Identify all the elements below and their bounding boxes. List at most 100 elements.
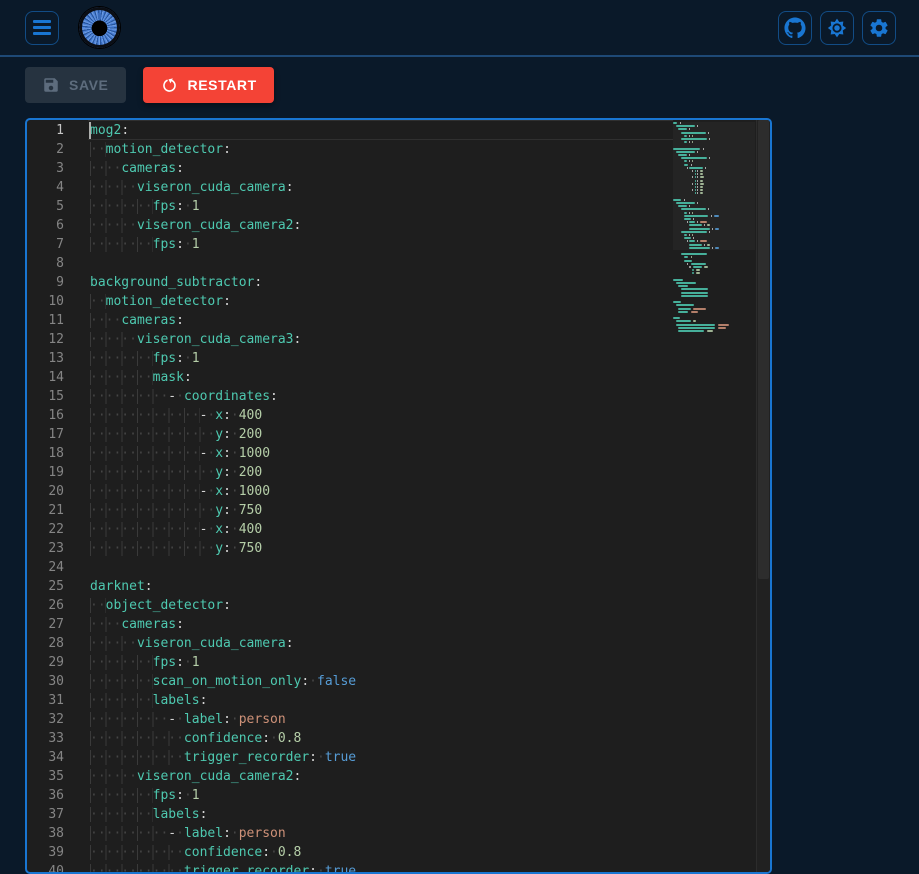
code-line[interactable]: ················y:·750 bbox=[90, 501, 673, 520]
token-ws: ············ bbox=[90, 845, 184, 860]
minimap-mark bbox=[676, 320, 691, 322]
menu-button[interactable] bbox=[25, 11, 59, 45]
code-line[interactable]: ··············-·x:·400 bbox=[90, 406, 673, 425]
settings-button[interactable] bbox=[862, 11, 896, 45]
code-line[interactable]: ················y:·200 bbox=[90, 425, 673, 444]
minimap-mark bbox=[684, 164, 688, 166]
minimap-mark bbox=[684, 199, 685, 201]
code-line[interactable]: ··object_detector: bbox=[90, 596, 673, 615]
code-line[interactable]: ··············-·x:·1000 bbox=[90, 444, 673, 463]
token-op: : bbox=[176, 351, 184, 366]
code-area[interactable]: mog2:··motion_detector:····cameras:·····… bbox=[90, 121, 673, 874]
code-line[interactable]: ············confidence:·0.8 bbox=[90, 729, 673, 748]
minimap-mark bbox=[696, 272, 700, 274]
code-line[interactable]: ····cameras: bbox=[90, 615, 673, 634]
code-line[interactable]: ················y:·200 bbox=[90, 463, 673, 482]
code-line[interactable]: ····cameras: bbox=[90, 159, 673, 178]
token-ws: ········ bbox=[90, 351, 153, 366]
app-header bbox=[0, 0, 919, 57]
code-line[interactable]: ······viseron_cuda_camera2: bbox=[90, 216, 673, 235]
code-line[interactable]: ········fps:·1 bbox=[90, 349, 673, 368]
token-ws: ······ bbox=[90, 218, 137, 233]
config-editor[interactable]: 1234567891011121314151617181920212223242… bbox=[25, 118, 772, 874]
minimap-mark bbox=[712, 247, 713, 249]
line-number: 23 bbox=[27, 539, 90, 558]
code-line[interactable]: ············trigger_recorder:·true bbox=[90, 748, 673, 767]
token-key: fps bbox=[153, 788, 176, 803]
code-line[interactable]: ········labels: bbox=[90, 691, 673, 710]
token-key: cameras bbox=[121, 617, 176, 632]
code-line[interactable]: ··········-·label:·person bbox=[90, 824, 673, 843]
token-ws: ·········· bbox=[90, 712, 168, 727]
minimap-mark bbox=[678, 327, 715, 329]
code-line[interactable]: ··········-·label:·person bbox=[90, 710, 673, 729]
editor-toolbar: SAVE RESTART bbox=[25, 67, 274, 103]
code-line[interactable]: darknet: bbox=[90, 577, 673, 596]
github-button[interactable] bbox=[778, 11, 812, 45]
minimap-mark bbox=[692, 141, 693, 143]
code-line[interactable]: background_subtractor: bbox=[90, 273, 673, 292]
token-ws: ············ bbox=[90, 864, 184, 874]
code-line[interactable]: ········fps:·1 bbox=[90, 653, 673, 672]
code-line[interactable]: ········mask: bbox=[90, 368, 673, 387]
minimap-mark bbox=[673, 148, 700, 150]
code-line[interactable]: ··········-·coordinates: bbox=[90, 387, 673, 406]
token-num: 400 bbox=[239, 408, 262, 423]
code-line[interactable]: ······viseron_cuda_camera: bbox=[90, 634, 673, 653]
line-number: 22 bbox=[27, 520, 90, 539]
token-op: : bbox=[176, 313, 184, 328]
token-ws: · bbox=[231, 484, 239, 499]
code-line[interactable]: ··motion_detector: bbox=[90, 292, 673, 311]
code-line[interactable]: ················y:·750 bbox=[90, 539, 673, 558]
token-key: mask bbox=[153, 370, 184, 385]
minimap-mark bbox=[700, 180, 703, 182]
token-ws: ················ bbox=[90, 427, 215, 442]
restart-label: RESTART bbox=[188, 77, 257, 93]
code-line[interactable]: ······viseron_cuda_camera3: bbox=[90, 330, 673, 349]
code-line[interactable]: ············confidence:·0.8 bbox=[90, 843, 673, 862]
code-line[interactable]: mog2: bbox=[90, 121, 673, 140]
minimap-mark bbox=[684, 135, 687, 137]
token-op: : bbox=[309, 864, 317, 874]
token-op: : bbox=[286, 180, 294, 195]
save-button[interactable]: SAVE bbox=[25, 67, 126, 103]
token-op: : bbox=[294, 218, 302, 233]
code-line[interactable]: ··············-·x:·1000 bbox=[90, 482, 673, 501]
code-line[interactable] bbox=[90, 254, 673, 273]
code-line[interactable]: ········fps:·1 bbox=[90, 786, 673, 805]
minimap-mark bbox=[678, 154, 686, 156]
token-ws: · bbox=[231, 446, 239, 461]
minimap-mark bbox=[684, 237, 691, 239]
line-number: 30 bbox=[27, 672, 90, 691]
token-ws: ············ bbox=[90, 750, 184, 765]
code-line[interactable]: ··motion_detector: bbox=[90, 140, 673, 159]
vertical-scrollbar[interactable] bbox=[756, 120, 770, 872]
code-line[interactable] bbox=[90, 558, 673, 577]
token-op: : bbox=[176, 199, 184, 214]
theme-toggle-button[interactable] bbox=[820, 11, 854, 45]
code-line[interactable]: ········fps:·1 bbox=[90, 197, 673, 216]
token-op: : bbox=[223, 465, 231, 480]
token-key: label bbox=[184, 712, 223, 727]
minimap-mark bbox=[684, 215, 709, 217]
code-line[interactable]: ············trigger_recorder:·true bbox=[90, 862, 673, 874]
code-line[interactable]: ··············-·x:·400 bbox=[90, 520, 673, 539]
token-ws: · bbox=[176, 826, 184, 841]
minimap-mark bbox=[676, 282, 697, 284]
minimap-mark bbox=[681, 132, 706, 134]
minimap-mark bbox=[676, 151, 695, 153]
token-ws: ········ bbox=[90, 237, 153, 252]
code-line[interactable]: ········labels: bbox=[90, 805, 673, 824]
token-op: : bbox=[145, 579, 153, 594]
code-line[interactable]: ········fps:·1 bbox=[90, 235, 673, 254]
token-op: : bbox=[176, 655, 184, 670]
token-op: : bbox=[223, 503, 231, 518]
code-line[interactable]: ······viseron_cuda_camera: bbox=[90, 178, 673, 197]
restart-button[interactable]: RESTART bbox=[143, 67, 274, 103]
minimap[interactable] bbox=[673, 122, 755, 340]
token-key: coordinates bbox=[184, 389, 270, 404]
code-line[interactable]: ····cameras: bbox=[90, 311, 673, 330]
code-line[interactable]: ········scan_on_motion_only:·false bbox=[90, 672, 673, 691]
scrollbar-slider[interactable] bbox=[758, 120, 769, 579]
code-line[interactable]: ······viseron_cuda_camera2: bbox=[90, 767, 673, 786]
